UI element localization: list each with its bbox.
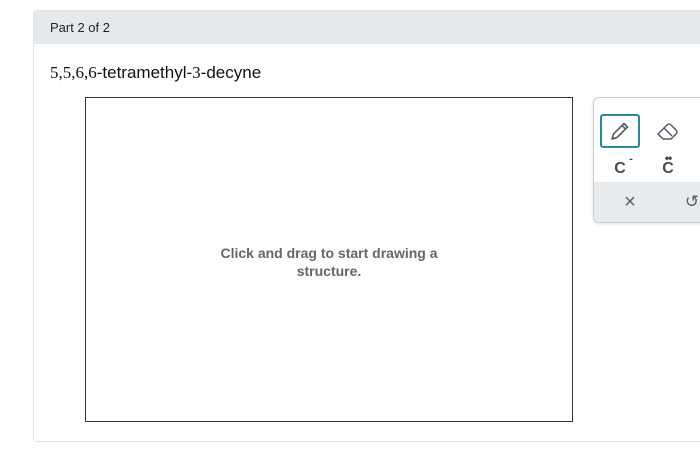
- locant-position: 3: [192, 63, 201, 82]
- canvas-hint-line1: Click and drag to start drawing a: [220, 245, 438, 261]
- locant-numbers: 5,5,6,6: [50, 63, 97, 82]
- carbanion-tool-button[interactable]: C-: [600, 152, 640, 186]
- part-header: Part 2 of 2: [34, 11, 700, 44]
- undo-button[interactable]: ↺: [672, 185, 700, 219]
- close-icon: ×: [624, 190, 636, 213]
- question-card: Part 2 of 2 5,5,6,6-tetramethyl-3-decyne…: [33, 10, 700, 442]
- undo-icon: ↺: [684, 192, 700, 211]
- pencil-tool-button[interactable]: [600, 114, 640, 148]
- part-label: Part 2 of 2: [50, 20, 110, 35]
- canvas-hint-line2: structure.: [296, 263, 362, 279]
- clear-button[interactable]: ×: [610, 185, 650, 219]
- drawing-toolbar: C- •• C × ↺: [593, 97, 700, 223]
- question-prompt: 5,5,6,6-tetramethyl-3-decyne: [50, 63, 261, 83]
- drawing-canvas[interactable]: Click and drag to start drawing a struct…: [85, 97, 573, 422]
- eraser-tool-button[interactable]: [648, 114, 688, 148]
- lone-pair-tool-button[interactable]: •• C: [648, 151, 688, 186]
- toolbar-footer: × ↺: [594, 182, 700, 222]
- compound-name-suffix: -decyne: [200, 63, 262, 82]
- compound-name-middle: -tetramethyl-: [96, 63, 193, 82]
- pencil-icon: [611, 122, 629, 140]
- canvas-hint: Click and drag to start drawing a struct…: [86, 244, 572, 280]
- lone-pair-icon: •• C: [662, 151, 674, 177]
- carbanion-icon: C-: [614, 153, 633, 177]
- eraser-icon: [657, 123, 678, 140]
